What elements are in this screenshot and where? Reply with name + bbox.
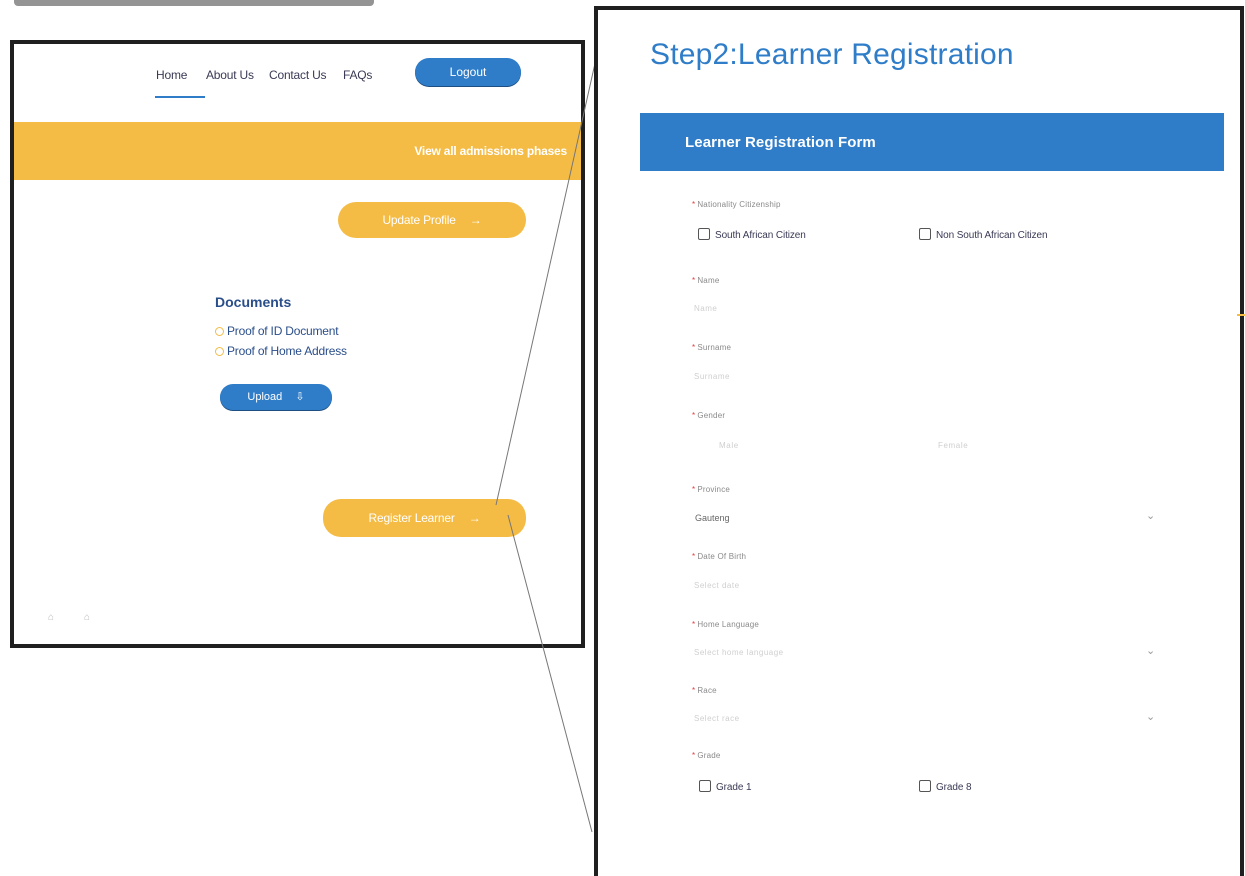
arrow-right-icon: → (468, 511, 481, 525)
race-select[interactable]: Select race (694, 714, 740, 723)
gender-female-option[interactable]: Female (938, 441, 968, 450)
update-profile-label: Update Profile (382, 213, 456, 227)
gender-label: * Gender (692, 411, 725, 420)
grade-8-label: Grade 8 (936, 782, 972, 793)
dashboard-screenshot: Home About Us Contact Us FAQs Logout Vie… (10, 40, 585, 648)
required-marker: * (692, 200, 696, 209)
circle-icon (215, 327, 224, 336)
nav-about-us[interactable]: About Us (206, 68, 254, 82)
nationality-label-text: Nationality Citizenship (697, 200, 781, 209)
nationality-label: * Nationality Citizenship (692, 200, 781, 209)
dob-label: * Date Of Birth (692, 552, 746, 561)
surname-label-text: Surname (697, 343, 732, 352)
chevron-down-icon[interactable]: ⌄ (1146, 644, 1155, 657)
sa-citizen-option[interactable]: South African Citizen (698, 228, 806, 241)
registration-form-screenshot: Step2:Learner Registration Learner Regis… (594, 6, 1244, 876)
form-title: Learner Registration Form (685, 134, 876, 151)
circle-icon (215, 347, 224, 356)
top-cutoff-edge (14, 0, 374, 6)
arrow-right-icon: → (469, 213, 482, 227)
non-sa-citizen-option[interactable]: Non South African Citizen (919, 228, 1048, 241)
grade-1-label: Grade 1 (716, 782, 752, 793)
active-nav-indicator (155, 96, 205, 98)
gender-male-option[interactable]: Male (719, 441, 739, 450)
grade-label-text: Grade (697, 751, 721, 760)
page-title: Step2:Learner Registration (650, 38, 1014, 71)
surname-input[interactable]: Surname (694, 372, 730, 381)
update-profile-button[interactable]: Update Profile → (338, 202, 526, 238)
logout-button[interactable]: Logout (415, 58, 521, 86)
top-navigation: Home About Us Contact Us FAQs Logout (14, 44, 581, 114)
document-item: Proof of ID Document (215, 324, 339, 338)
name-input[interactable]: Name (694, 304, 717, 313)
required-marker: * (692, 620, 696, 629)
view-admissions-phases-link[interactable]: View all admissions phases (414, 144, 567, 158)
grade-label: * Grade (692, 751, 721, 760)
document-item-label: Proof of ID Document (227, 324, 339, 338)
side-marker (1237, 314, 1245, 316)
upload-button[interactable]: Upload ⇩ (220, 384, 332, 410)
surname-label: * Surname (692, 343, 731, 352)
upload-label: Upload (247, 391, 283, 403)
grade-8-option[interactable]: Grade 8 (919, 780, 972, 793)
home-language-select[interactable]: Select home language (694, 648, 784, 657)
nav-home[interactable]: Home (156, 68, 187, 82)
province-label: * Province (692, 485, 730, 494)
register-learner-label: Register Learner (368, 511, 455, 525)
dob-label-text: Date Of Birth (697, 552, 747, 561)
province-select[interactable]: Gauteng (695, 513, 730, 523)
home-language-label: * Home Language (692, 620, 759, 629)
gender-label-text: Gender (697, 411, 726, 420)
required-marker: * (692, 276, 696, 285)
footer-icons: ⌂⌂ (48, 612, 121, 623)
form-header: Learner Registration Form (640, 113, 1224, 171)
checkbox[interactable] (698, 228, 710, 240)
document-item: Proof of Home Address (215, 344, 347, 358)
required-marker: * (692, 485, 696, 494)
checkbox[interactable] (919, 228, 931, 240)
required-marker: * (692, 686, 696, 695)
dob-input[interactable]: Select date (694, 581, 740, 590)
admissions-banner: View all admissions phases (14, 122, 581, 180)
non-sa-citizen-label: Non South African Citizen (936, 230, 1048, 241)
chevron-down-icon[interactable]: ⌄ (1146, 710, 1155, 723)
required-marker: * (692, 343, 696, 352)
name-label-text: Name (697, 276, 720, 285)
documents-heading: Documents (215, 294, 292, 310)
required-marker: * (692, 751, 696, 760)
sa-citizen-label: South African Citizen (715, 230, 806, 241)
document-item-label: Proof of Home Address (227, 344, 347, 358)
checkbox[interactable] (919, 780, 931, 792)
nav-faqs[interactable]: FAQs (343, 68, 372, 82)
chevron-down-icon[interactable]: ⌄ (1146, 509, 1155, 522)
required-marker: * (692, 552, 696, 561)
race-label: * Race (692, 686, 717, 695)
province-label-text: Province (697, 485, 731, 494)
race-label-text: Race (697, 686, 717, 695)
checkbox[interactable] (699, 780, 711, 792)
grade-1-option[interactable]: Grade 1 (699, 780, 752, 793)
upload-icon: ⇩ (295, 391, 305, 403)
name-label: * Name (692, 276, 719, 285)
home-language-label-text: Home Language (697, 620, 760, 629)
required-marker: * (692, 411, 696, 420)
register-learner-button[interactable]: Register Learner → (323, 499, 526, 537)
nav-contact-us[interactable]: Contact Us (269, 68, 327, 82)
